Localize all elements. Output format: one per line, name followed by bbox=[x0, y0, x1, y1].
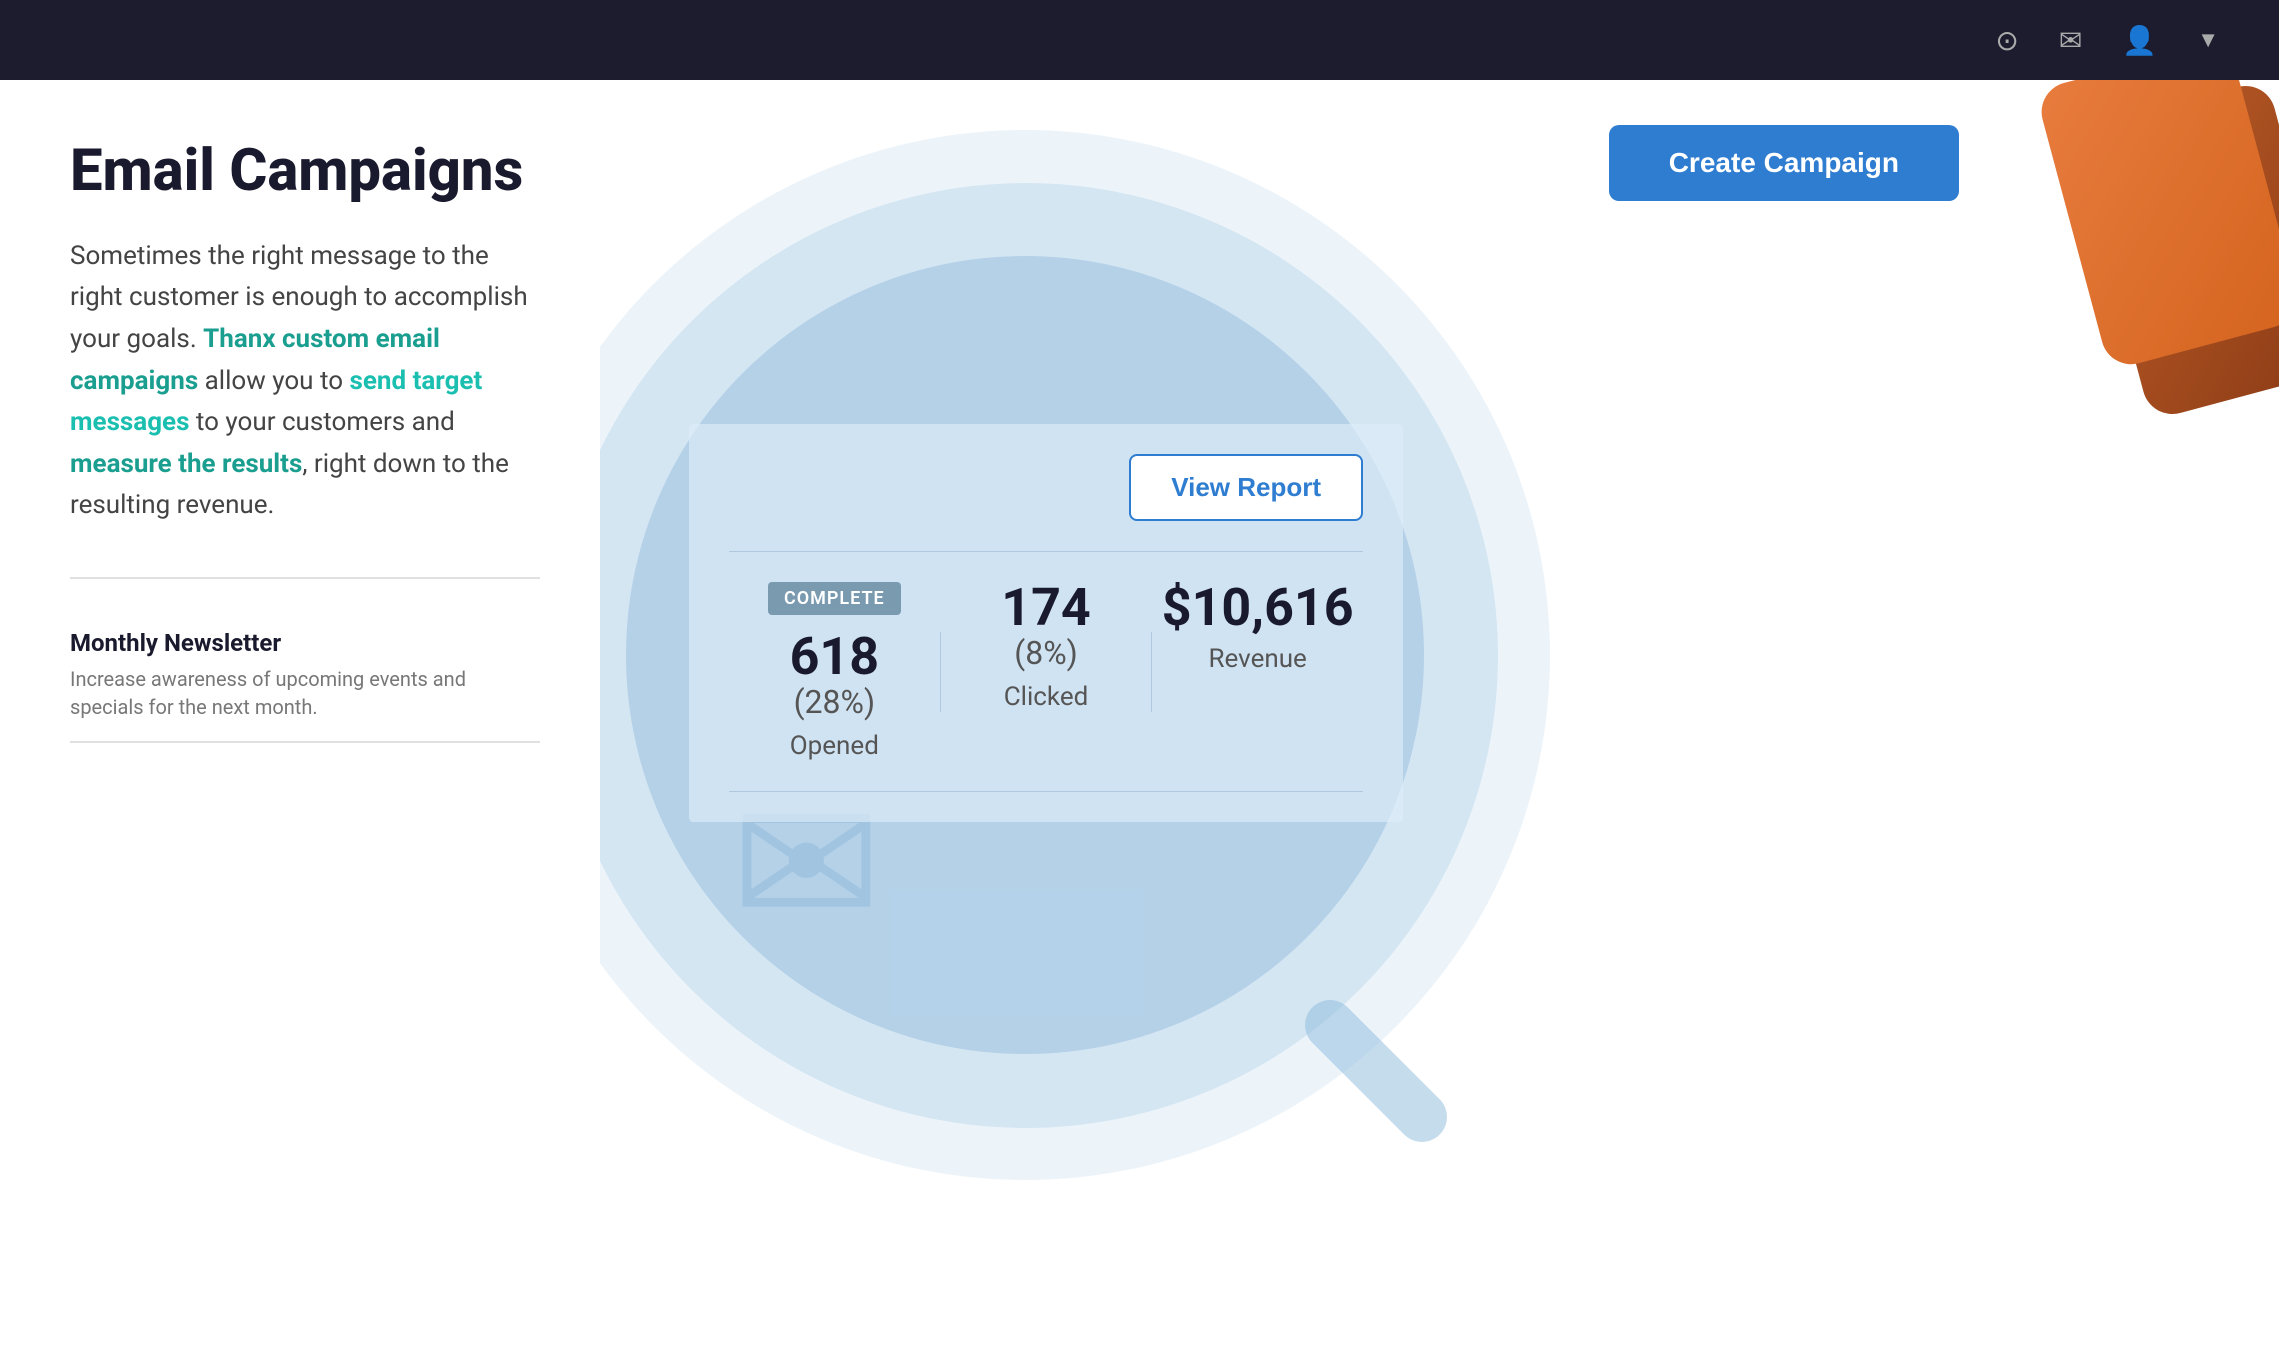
description-text-3: to your customers and bbox=[189, 407, 454, 437]
view-report-button[interactable]: View Report bbox=[1129, 454, 1363, 521]
right-panel: Create Campaign ✉ View Report COMPLETE bbox=[600, 80, 2279, 1345]
status-badge-container: COMPLETE bbox=[729, 582, 940, 631]
stat-opened: COMPLETE 618 (28%) Opened bbox=[729, 582, 940, 761]
settings-icon[interactable]: ⊙ bbox=[1995, 24, 2018, 57]
chevron-down-icon[interactable]: ▼ bbox=[2197, 27, 2219, 53]
messages-icon[interactable]: ✉ bbox=[2059, 24, 2082, 57]
main-content: Email Campaigns Sometimes the right mess… bbox=[0, 80, 2279, 1345]
divider-top bbox=[729, 551, 1363, 552]
clicked-pct: (8%) bbox=[941, 634, 1152, 672]
left-panel: Email Campaigns Sometimes the right mess… bbox=[0, 80, 600, 1345]
campaign-name: Monthly Newsletter bbox=[70, 629, 540, 657]
stat-revenue: $10,616 Revenue bbox=[1152, 582, 1363, 674]
clicked-label: Clicked bbox=[941, 682, 1152, 712]
opened-count: 618 bbox=[729, 631, 940, 683]
stat-clicked: 174 (8%) Clicked bbox=[941, 582, 1152, 712]
status-badge: COMPLETE bbox=[768, 582, 901, 615]
revenue-amount: $10,616 bbox=[1152, 582, 1363, 634]
clicked-count: 174 bbox=[941, 582, 1152, 634]
highlight-measure: measure the results bbox=[70, 449, 302, 479]
orange-shape-front bbox=[2035, 80, 2279, 371]
create-campaign-button[interactable]: Create Campaign bbox=[1609, 125, 1959, 201]
description-text-2: allow you to bbox=[198, 366, 349, 396]
opened-label: Opened bbox=[729, 731, 940, 761]
divider-bottom bbox=[729, 791, 1363, 792]
data-panel: View Report COMPLETE 618 (28%) Opened bbox=[689, 424, 1403, 822]
campaign-description: Increase awareness of upcoming events an… bbox=[70, 665, 540, 721]
magnifying-glass-viz: ✉ View Report COMPLETE 618 (28%) Opened bbox=[600, 130, 1550, 1180]
list-item: Monthly Newsletter Increase awareness of… bbox=[70, 609, 540, 743]
page-title: Email Campaigns bbox=[70, 140, 540, 204]
stats-row: COMPLETE 618 (28%) Opened 174 (8%) Click… bbox=[729, 582, 1363, 761]
campaign-list: Monthly Newsletter Increase awareness of… bbox=[70, 577, 540, 743]
user-icon[interactable]: 👤 bbox=[2122, 24, 2157, 57]
page-description: Sometimes the right message to the right… bbox=[70, 236, 540, 527]
orange-decoration bbox=[2029, 80, 2279, 460]
navbar-icons: ⊙ ✉ 👤 ▼ bbox=[1995, 24, 2219, 57]
opened-pct: (28%) bbox=[729, 683, 940, 721]
navbar: ⊙ ✉ 👤 ▼ bbox=[0, 0, 2279, 80]
revenue-label: Revenue bbox=[1152, 644, 1363, 674]
